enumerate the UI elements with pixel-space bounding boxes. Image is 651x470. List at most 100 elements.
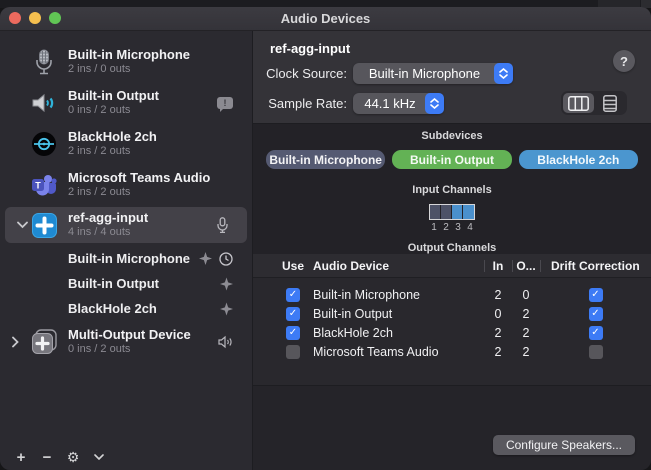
device-name: Built-in Microphone bbox=[68, 47, 190, 63]
use-checkbox[interactable]: ✓ bbox=[286, 326, 300, 340]
table-row[interactable]: ✓ Built-in Microphone 2 0 ✓ bbox=[253, 285, 651, 304]
channel-cell-4[interactable] bbox=[463, 205, 474, 219]
column-header-audio-device[interactable]: Audio Device bbox=[306, 259, 484, 273]
input-mic-badge-icon bbox=[217, 217, 228, 233]
columns-view-button[interactable] bbox=[563, 93, 594, 113]
sidebar-subitem-built-in-microphone[interactable]: Built-in Microphone bbox=[0, 246, 252, 271]
chevron-right-icon[interactable] bbox=[12, 336, 19, 347]
row-ins: 0 bbox=[484, 307, 512, 321]
output-channels-heading: Output Channels bbox=[408, 242, 497, 254]
channel-cell-2[interactable] bbox=[441, 205, 452, 219]
row-device-name: Built-in Output bbox=[306, 307, 484, 321]
device-list: Built-in Microphone 2 ins / 0 outs bbox=[0, 31, 252, 362]
columns-view-icon bbox=[568, 96, 589, 111]
chevron-down-icon[interactable] bbox=[87, 446, 111, 468]
device-name: Multi-Output Device bbox=[68, 327, 191, 343]
title-bar[interactable]: Audio Devices bbox=[0, 7, 651, 31]
sidebar-item-blackhole-2ch[interactable]: BlackHole 2ch 2 ins / 2 outs bbox=[0, 123, 252, 164]
popup-chevrons-icon bbox=[425, 93, 444, 114]
popup-chevrons-icon bbox=[494, 63, 513, 84]
sidebar-subitem-built-in-output[interactable]: Built-in Output bbox=[0, 271, 252, 296]
aggregate-device-icon bbox=[31, 212, 57, 238]
sidebar-item-built-in-output[interactable]: Built-in Output 0 ins / 2 outs ! bbox=[0, 82, 252, 123]
use-checkbox[interactable] bbox=[286, 345, 300, 359]
row-outs: 0 bbox=[512, 288, 540, 302]
close-button[interactable] bbox=[9, 12, 21, 24]
row-ins: 2 bbox=[484, 288, 512, 302]
multi-output-icon bbox=[31, 329, 57, 355]
list-view-icon bbox=[603, 95, 617, 112]
subdevice-pill-blackhole-2ch[interactable]: BlackHole 2ch bbox=[519, 150, 638, 169]
activity-icon bbox=[220, 277, 233, 290]
drift-correction-checkbox[interactable]: ✓ bbox=[589, 326, 603, 340]
device-name: Built-in Output bbox=[68, 88, 159, 104]
sample-rate-value: 44.1 kHz bbox=[353, 96, 425, 111]
clock-source-value: Built-in Microphone bbox=[353, 66, 494, 81]
traffic-lights bbox=[9, 12, 61, 24]
speaker-icon bbox=[31, 90, 57, 116]
table-row[interactable]: Microsoft Teams Audio 2 2 bbox=[253, 342, 651, 361]
subdevice-pill-built-in-output[interactable]: Built-in Output bbox=[392, 150, 511, 169]
sidebar-item-multi-output-device[interactable]: Multi-Output Device 0 ins / 2 outs bbox=[0, 321, 252, 362]
microphone-icon bbox=[31, 49, 57, 75]
table-row[interactable]: ✓ Built-in Output 0 2 ✓ bbox=[253, 304, 651, 323]
subdevices-panel: Subdevices Built-in Microphone Built-in … bbox=[253, 123, 651, 254]
gear-icon[interactable]: ⚙ bbox=[61, 446, 85, 468]
row-ins: 2 bbox=[484, 326, 512, 340]
chevron-down-icon[interactable] bbox=[17, 222, 28, 229]
detail-header: ref-agg-input ? Clock Source: Built-in M… bbox=[253, 31, 651, 123]
sample-rate-label: Sample Rate: bbox=[253, 96, 353, 111]
table-row[interactable]: ✓ BlackHole 2ch 2 2 ✓ bbox=[253, 323, 651, 342]
row-device-name: Built-in Microphone bbox=[306, 288, 484, 302]
column-header-in[interactable]: In bbox=[484, 259, 512, 273]
subdevice-table: ✓ Built-in Microphone 2 0 ✓ ✓ Built-in O… bbox=[253, 278, 651, 385]
detail-panel: ref-agg-input ? Clock Source: Built-in M… bbox=[253, 31, 651, 470]
use-checkbox[interactable]: ✓ bbox=[286, 307, 300, 321]
subdevice-pill-built-in-microphone[interactable]: Built-in Microphone bbox=[266, 150, 385, 169]
remove-device-button[interactable]: − bbox=[35, 446, 59, 468]
clock-icon bbox=[219, 252, 233, 266]
drift-correction-checkbox[interactable] bbox=[589, 345, 603, 359]
drift-correction-checkbox[interactable]: ✓ bbox=[589, 307, 603, 321]
add-device-button[interactable]: + bbox=[9, 446, 33, 468]
column-header-out[interactable]: O... bbox=[512, 259, 540, 273]
selected-device-title: ref-agg-input bbox=[270, 41, 350, 56]
sidebar-subitem-blackhole-2ch[interactable]: BlackHole 2ch bbox=[0, 296, 252, 321]
sidebar-item-microsoft-teams-audio[interactable]: T Microsoft Teams Audio 2 ins / 2 outs bbox=[0, 164, 252, 205]
column-header-use[interactable]: Use bbox=[280, 259, 306, 273]
row-outs: 2 bbox=[512, 345, 540, 359]
column-header-drift-correction[interactable]: Drift Correction bbox=[540, 259, 651, 273]
subdevice-table-header: Use Audio Device In O... Drift Correctio… bbox=[253, 254, 651, 278]
device-io-summary: 0 ins / 2 outs bbox=[68, 104, 159, 118]
minimize-button[interactable] bbox=[29, 12, 41, 24]
row-outs: 2 bbox=[512, 307, 540, 321]
configure-speakers-button[interactable]: Configure Speakers... bbox=[493, 435, 635, 455]
device-io-summary: 0 ins / 2 outs bbox=[68, 343, 191, 357]
use-checkbox[interactable]: ✓ bbox=[286, 288, 300, 302]
clock-source-popup[interactable]: Built-in Microphone bbox=[353, 63, 513, 84]
channel-cell-1[interactable] bbox=[430, 205, 441, 219]
input-channels-heading: Input Channels bbox=[412, 184, 491, 196]
clock-source-label: Clock Source: bbox=[253, 66, 353, 81]
device-name: Microsoft Teams Audio bbox=[68, 170, 210, 186]
row-outs: 2 bbox=[512, 326, 540, 340]
sample-rate-popup[interactable]: 44.1 kHz bbox=[353, 93, 444, 114]
sidebar-item-ref-agg-input[interactable]: ref-agg-input 4 ins / 4 outs bbox=[5, 207, 247, 243]
screen: Audio Devices bbox=[0, 0, 651, 470]
row-ins: 2 bbox=[484, 345, 512, 359]
help-button[interactable]: ? bbox=[613, 50, 635, 72]
zoom-button[interactable] bbox=[49, 12, 61, 24]
drift-correction-checkbox[interactable]: ✓ bbox=[589, 288, 603, 302]
device-io-summary: 2 ins / 0 outs bbox=[68, 63, 190, 77]
device-sidebar: Built-in Microphone 2 ins / 0 outs bbox=[0, 31, 253, 470]
subdevices-heading: Subdevices bbox=[421, 130, 482, 142]
teams-icon: T bbox=[31, 172, 57, 198]
list-view-button[interactable] bbox=[594, 93, 625, 113]
channel-cell-3[interactable] bbox=[452, 205, 463, 219]
view-mode-segmented-control bbox=[561, 91, 627, 115]
device-name: BlackHole 2ch bbox=[68, 129, 157, 145]
sidebar-item-built-in-microphone[interactable]: Built-in Microphone 2 ins / 0 outs bbox=[0, 41, 252, 82]
subdevice-pills: Built-in Microphone Built-in Output Blac… bbox=[253, 150, 651, 169]
blackhole-icon bbox=[31, 131, 57, 157]
alert-bubble-icon: ! bbox=[217, 97, 233, 109]
